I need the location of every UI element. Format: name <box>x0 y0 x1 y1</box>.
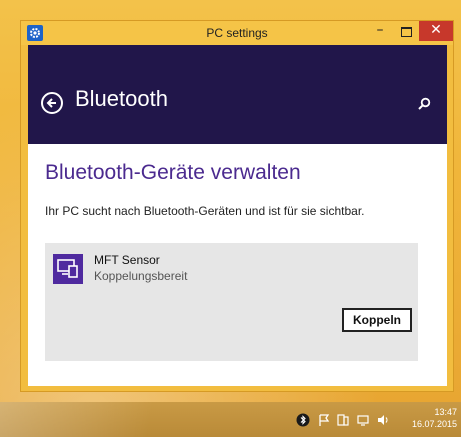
clock-time: 13:47 <box>434 407 457 417</box>
device-list-item[interactable]: MFT Sensor Koppelungsbereit Koppeln <box>45 243 418 361</box>
title-bar[interactable]: PC settings – ✕ <box>21 21 453 45</box>
page-header: Bluetooth <box>28 45 447 144</box>
bluetooth-icon[interactable] <box>296 413 310 427</box>
section-heading: Bluetooth-Geräte verwalten <box>45 161 301 184</box>
window-content: Bluetooth Bluetooth-Geräte verwalten Ihr… <box>28 45 447 386</box>
device-name: MFT Sensor <box>94 253 160 267</box>
taskbar: 13:47 16.07.2015 <box>0 402 461 437</box>
maximize-icon <box>400 27 412 37</box>
settings-window: PC settings – ✕ Bluetooth Bluetooth-Gerä… <box>20 20 454 392</box>
display-icon[interactable] <box>356 413 370 427</box>
volume-icon[interactable] <box>376 413 390 427</box>
network-icon[interactable] <box>336 413 350 427</box>
back-button[interactable] <box>41 92 63 114</box>
section-description: Ihr PC sucht nach Bluetooth-Geräten und … <box>45 204 365 218</box>
taskbar-background <box>0 402 250 437</box>
close-button[interactable]: ✕ <box>419 21 453 41</box>
device-icon <box>53 254 83 284</box>
back-arrow-icon <box>46 98 56 108</box>
search-icon[interactable] <box>417 97 431 111</box>
flag-icon[interactable] <box>317 413 331 427</box>
maximize-button[interactable] <box>393 21 419 41</box>
pair-button[interactable]: Koppeln <box>342 308 412 332</box>
taskbar-clock[interactable]: 13:47 16.07.2015 <box>405 406 457 430</box>
page-title: Bluetooth <box>75 86 168 111</box>
clock-date: 16.07.2015 <box>411 419 457 429</box>
device-status: Koppelungsbereit <box>94 269 188 283</box>
minimize-button[interactable]: – <box>367 21 393 41</box>
